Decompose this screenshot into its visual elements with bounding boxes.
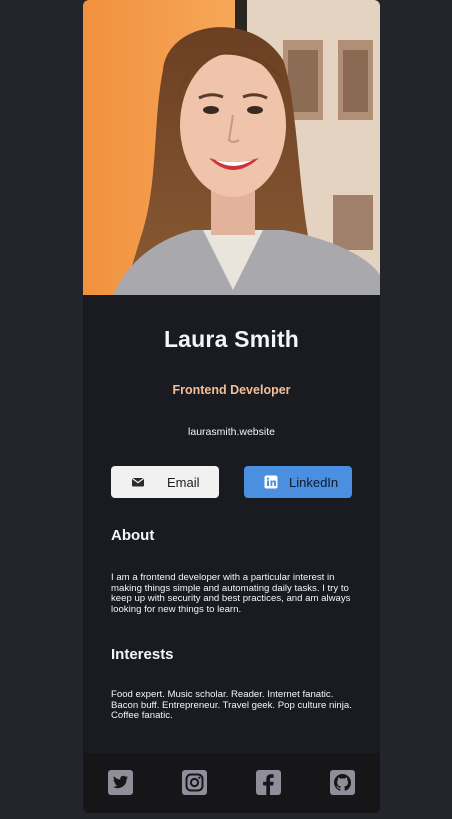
about-text: I am a frontend developer with a particu… <box>111 572 351 615</box>
facebook-icon[interactable] <box>256 770 281 795</box>
about-heading: About <box>111 527 155 544</box>
profile-name: Laura Smith <box>163 326 300 352</box>
linkedin-button[interactable]: LinkedIn <box>244 466 352 498</box>
website-link[interactable]: laurasmith.website <box>83 426 380 438</box>
email-button[interactable]: Email <box>111 466 219 498</box>
profile-role: Frontend Developer <box>172 383 291 397</box>
social-footer <box>83 753 380 813</box>
interests-heading: Interests <box>111 646 174 663</box>
linkedin-icon <box>264 475 278 489</box>
profile-photo <box>83 0 380 295</box>
github-icon[interactable] <box>330 770 355 795</box>
twitter-icon[interactable] <box>108 770 133 795</box>
instagram-icon[interactable] <box>182 770 207 795</box>
mail-icon <box>131 475 145 489</box>
profile-card: Laura Smith Frontend Developer laurasmit… <box>83 0 380 813</box>
linkedin-button-label: LinkedIn <box>289 474 339 490</box>
interests-text: Food expert. Music scholar. Reader. Inte… <box>111 689 352 722</box>
